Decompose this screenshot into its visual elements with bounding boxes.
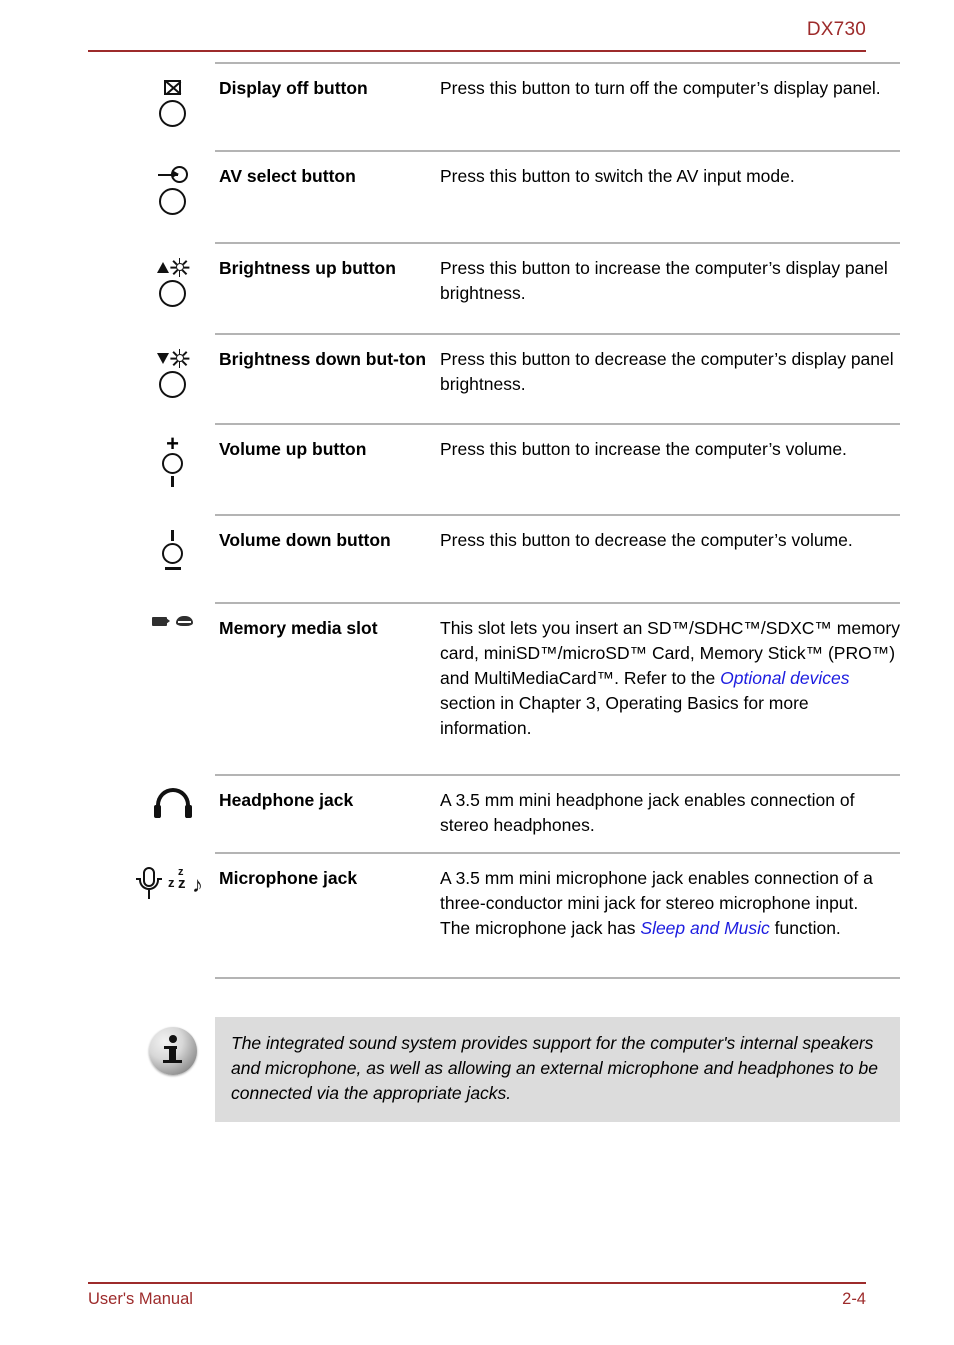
description-text: A 3.5 mm mini headphone jack enables con… (440, 790, 855, 835)
description-text: Press this button to decrease the comput… (440, 349, 894, 394)
row-divider (215, 242, 900, 244)
table-row: Brightness up button Press this button t… (130, 242, 900, 333)
headphone-jack-icon (152, 788, 194, 818)
footer-page-number: 2-4 (842, 1290, 866, 1308)
feature-description: Press this button to increase the comput… (440, 242, 900, 320)
table-row: Memory media slot This slot lets you ins… (130, 602, 900, 774)
feature-name: Microphone jack (219, 868, 358, 888)
description-text-line2: The microphone jack has (440, 918, 641, 938)
sun-icon (170, 257, 190, 277)
description-text: Press this button to decrease the comput… (440, 530, 853, 550)
footer-divider (88, 1282, 866, 1284)
description-text: Press this button to turn off the comput… (440, 78, 881, 98)
table-row: zzz ♪ Microphone jack A 3.5 mm mini micr… (130, 852, 900, 979)
row-icon-cell (130, 62, 215, 127)
table-row: Brightness down but-ton Press this butto… (130, 333, 900, 423)
row-icon-cell: + (130, 423, 215, 489)
note-text: The integrated sound system provides sup… (215, 1017, 900, 1122)
feature-description: Press this button to decrease the comput… (440, 514, 900, 567)
triangle-down-icon (156, 352, 169, 364)
row-divider (215, 150, 900, 152)
feature-description: Press this button to decrease the comput… (440, 333, 900, 411)
volume-up-icon: + (158, 433, 188, 489)
table-row: Display off button Press this button to … (130, 62, 900, 150)
table-row: Volume down button Press this button to … (130, 514, 900, 602)
page-footer: User's Manual 2-4 (88, 1290, 866, 1309)
feature-name: Memory media slot (219, 618, 378, 638)
feature-description: Press this button to switch the AV input… (440, 150, 900, 203)
description-text: Press this button to switch the AV input… (440, 166, 795, 186)
footer-manual-label: User's Manual (88, 1290, 193, 1308)
microphone-jack-icon: zzz ♪ (136, 866, 207, 900)
brightness-up-icon (156, 256, 190, 307)
av-select-icon (157, 164, 188, 215)
header-divider (88, 50, 866, 52)
table-row: Headphone jack A 3.5 mm mini headphone j… (130, 774, 900, 852)
feature-description: This slot lets you insert an SD™/SDHC™/S… (440, 602, 900, 755)
feature-description: A 3.5 mm mini headphone jack enables con… (440, 774, 900, 852)
table-row: AV select button Press this button to sw… (130, 150, 900, 242)
description-text: Press this button to increase the comput… (440, 439, 847, 459)
description-text: A 3.5 mm mini microphone jack enables co… (440, 868, 873, 913)
memory-media-slot-icon (152, 616, 193, 626)
display-off-icon (159, 76, 186, 127)
row-icon-cell (130, 333, 215, 398)
row-divider (215, 774, 900, 776)
description-text: Press this button to increase the comput… (440, 258, 888, 303)
row-icon-cell (130, 602, 215, 626)
document-model-title: DX730 (806, 19, 866, 40)
brightness-down-icon (156, 347, 190, 398)
feature-name: Volume up button (219, 439, 367, 459)
sleep-and-music-icon: zzz ♪ (168, 866, 203, 897)
row-icon-cell (130, 514, 215, 570)
memory-stick-icon (176, 616, 193, 626)
row-icon-cell: zzz ♪ (130, 852, 215, 900)
feature-name: Volume down button (219, 530, 391, 550)
feature-name: Headphone jack (219, 790, 354, 810)
feature-table: Display off button Press this button to … (130, 62, 900, 979)
info-icon (148, 1027, 197, 1075)
volume-down-icon (158, 528, 188, 570)
feature-name: Brightness up button (219, 258, 396, 278)
feature-description: Press this button to turn off the comput… (440, 62, 900, 115)
row-icon-cell (130, 150, 215, 215)
feature-description: A 3.5 mm mini microphone jack enables co… (440, 852, 900, 955)
row-icon-cell (130, 242, 215, 307)
row-icon-cell (130, 774, 215, 818)
table-row: + Volume up button Press this button to … (130, 423, 900, 514)
feature-description: Press this button to increase the comput… (440, 423, 900, 476)
row-divider (215, 514, 900, 516)
info-note-box: The integrated sound system provides sup… (130, 1017, 900, 1122)
sun-icon (170, 348, 190, 368)
note-icon-cell (130, 1017, 215, 1075)
feature-name: Brightness down but-ton (219, 349, 427, 369)
row-divider (215, 423, 900, 425)
row-divider (215, 62, 900, 64)
microphone-icon (136, 866, 162, 900)
sleep-and-music-link[interactable]: Sleep and Music (640, 918, 769, 938)
description-text-cont: section in Chapter 3, Operating Basics f… (440, 693, 809, 738)
page-header: DX730 (88, 18, 866, 42)
triangle-up-icon (156, 261, 169, 273)
row-divider (215, 333, 900, 335)
sd-card-icon (152, 616, 170, 626)
optional-devices-link[interactable]: Optional devices (720, 668, 849, 688)
feature-name: AV select button (219, 166, 356, 186)
feature-name: Display off button (219, 78, 368, 98)
row-divider (215, 852, 900, 854)
row-divider (215, 602, 900, 604)
description-text-cont: function. (769, 918, 841, 938)
